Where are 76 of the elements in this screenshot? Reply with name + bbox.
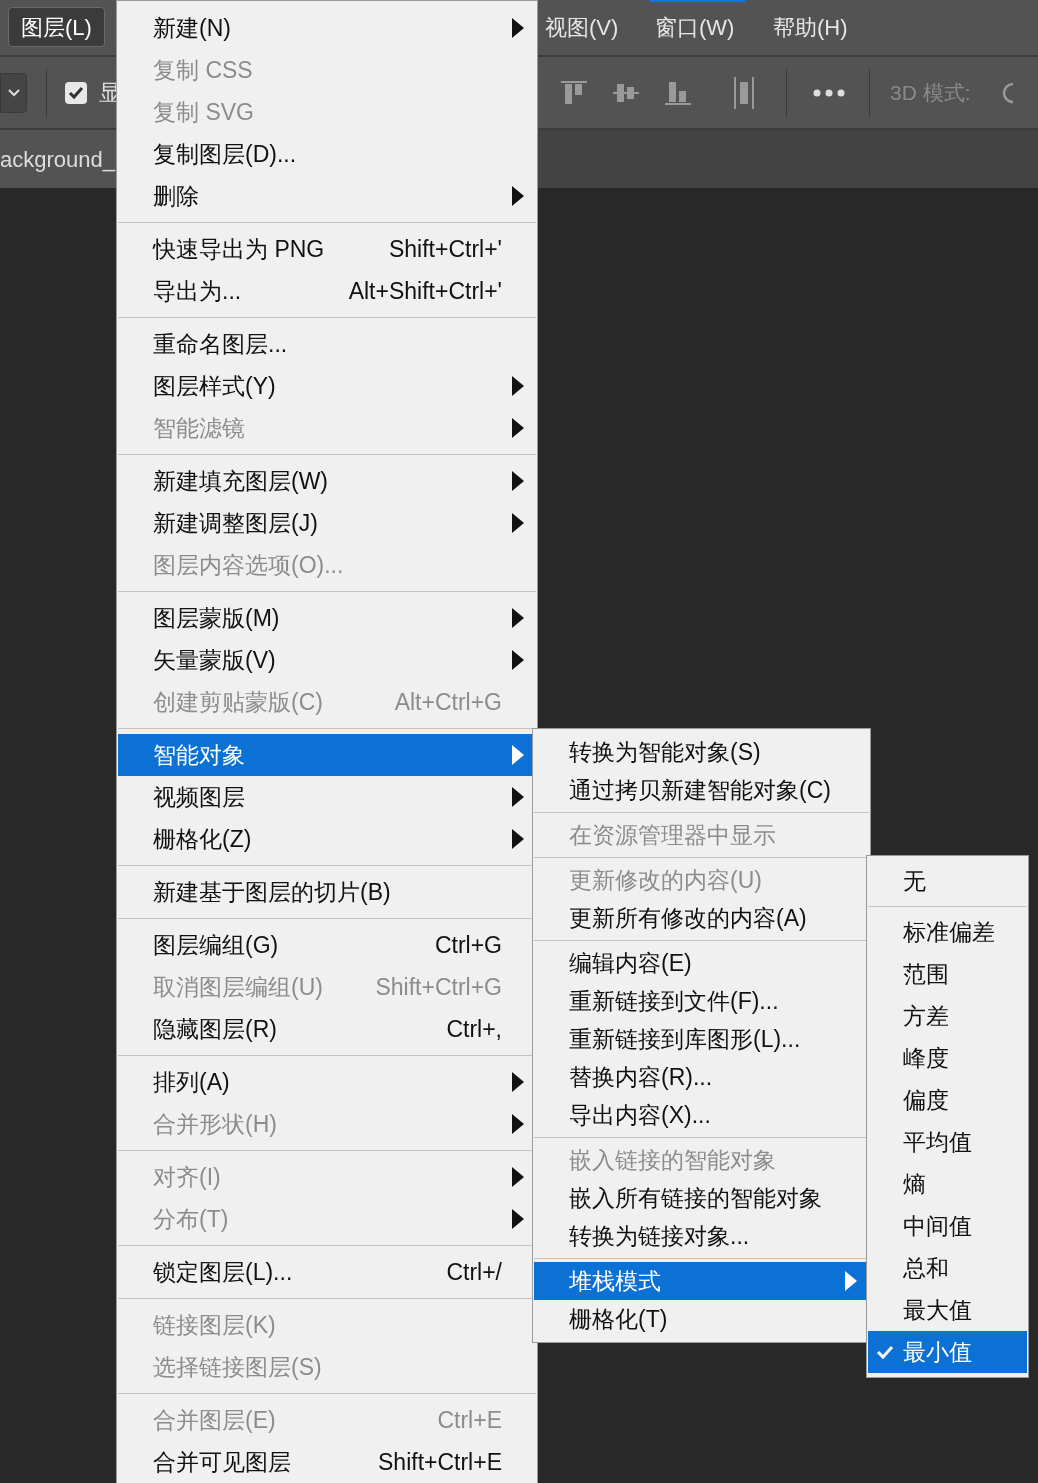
menu-item[interactable]: 中间值: [868, 1205, 1027, 1247]
menu-item[interactable]: 图层蒙版(M): [118, 597, 536, 639]
distribute-icon[interactable]: [732, 75, 756, 110]
menu-item[interactable]: 范围: [868, 953, 1027, 995]
submenu-arrow-icon: [512, 608, 524, 628]
menu-bar-item[interactable]: 窗口(W): [655, 7, 735, 47]
menu-item[interactable]: 锁定图层(L)... Ctrl+/: [118, 1251, 536, 1293]
shortcut-label: Ctrl+,: [446, 1014, 502, 1044]
submenu-arrow-icon: [512, 1167, 524, 1187]
shortcut-label: Ctrl+/: [446, 1257, 502, 1287]
menu-item[interactable]: 排列(A): [118, 1061, 536, 1103]
shortcut-label: Ctrl+G: [434, 930, 502, 960]
submenu-arrow-icon: [512, 787, 524, 807]
submenu-arrow-icon: [512, 1114, 524, 1134]
menu-item[interactable]: 新建调整图层(J): [118, 502, 536, 544]
more-icon[interactable]: [813, 88, 845, 97]
shortcut-label: Alt+Shift+Ctrl+': [348, 276, 502, 306]
menu-item[interactable]: 转换为智能对象(S): [534, 733, 869, 771]
menu-item[interactable]: 更新所有修改的内容(A): [534, 899, 869, 937]
menu-item[interactable]: 图层样式(Y): [118, 365, 536, 407]
menu-item[interactable]: 新建填充图层(W): [118, 460, 536, 502]
menu-item[interactable]: 栅格化(Z): [118, 818, 536, 860]
submenu-arrow-icon: [512, 376, 524, 396]
menu-item[interactable]: 熵: [868, 1163, 1027, 1205]
shortcut-label: Alt+Ctrl+G: [394, 687, 502, 717]
submenu-arrow-icon: [512, 418, 524, 438]
menu-item[interactable]: 编辑内容(E): [534, 944, 869, 982]
menu-item[interactable]: 重新链接到文件(F)...: [534, 982, 869, 1020]
menu-item[interactable]: 新建基于图层的切片(B): [118, 871, 536, 913]
submenu-arrow-icon: [512, 471, 524, 491]
menu-item[interactable]: 导出内容(X)...: [534, 1096, 869, 1134]
menu-item[interactable]: 快速导出为 PNG Shift+Ctrl+': [118, 228, 536, 270]
menu-item[interactable]: 矢量蒙版(V): [118, 639, 536, 681]
menu-item[interactable]: 堆栈模式: [534, 1262, 869, 1300]
submenu-arrow-icon: [512, 186, 524, 206]
menu-item[interactable]: 重命名图层...: [118, 323, 536, 365]
menu-item[interactable]: 隐藏图层(R) Ctrl+,: [118, 1008, 536, 1050]
shortcut-label: Shift+Ctrl+': [388, 234, 502, 264]
submenu-arrow-icon: [512, 650, 524, 670]
menu-bar-item[interactable]: 视图(V): [545, 7, 619, 47]
menu-item[interactable]: 标准偏差: [868, 911, 1027, 953]
menu-item[interactable]: 最小值: [868, 1331, 1027, 1373]
menu-item[interactable]: 导出为... Alt+Shift+Ctrl+': [118, 270, 536, 312]
submenu-arrow-icon: [512, 745, 524, 765]
menu-item[interactable]: 替换内容(R)...: [534, 1058, 869, 1096]
chevron-down-icon: [7, 88, 20, 97]
menu-item[interactable]: 平均值: [868, 1121, 1027, 1163]
menu-item[interactable]: 视频图层: [118, 776, 536, 818]
shortcut-label: Ctrl+E: [437, 1405, 502, 1435]
shortcut-label: Shift+Ctrl+E: [378, 1447, 502, 1477]
submenu-arrow-icon: [512, 1209, 524, 1229]
menu-item[interactable]: 栅格化(T): [534, 1300, 869, 1338]
menu-item[interactable]: 峰度: [868, 1037, 1027, 1079]
menu-item[interactable]: 总和: [868, 1247, 1027, 1289]
menu-item[interactable]: 嵌入所有链接的智能对象: [534, 1179, 869, 1217]
menu-bar-item[interactable]: 帮助(H): [773, 7, 848, 47]
menu-item[interactable]: 方差: [868, 995, 1027, 1037]
menu-item[interactable]: 合并可见图层 Shift+Ctrl+E: [118, 1441, 536, 1483]
submenu-arrow-icon: [512, 513, 524, 533]
align-top-icon[interactable]: [560, 78, 588, 107]
shortcut-label: Shift+Ctrl+G: [375, 972, 502, 1002]
menu-item[interactable]: 通过拷贝新建智能对象(C): [534, 771, 869, 809]
menu-item[interactable]: 转换为链接对象...: [534, 1217, 869, 1255]
menu-item[interactable]: 无: [868, 860, 1027, 902]
menu-bar-item[interactable]: 图层(L): [8, 7, 105, 47]
menu-item[interactable]: 新建(N): [118, 7, 536, 49]
dropdown-button[interactable]: [0, 72, 27, 113]
submenu-arrow-icon: [512, 18, 524, 38]
submenu-arrow-icon: [512, 829, 524, 849]
checkbox[interactable]: [65, 81, 87, 104]
menu-item[interactable]: 偏度: [868, 1079, 1027, 1121]
submenu-arrow-icon: [845, 1271, 857, 1291]
menu-item[interactable]: 图层编组(G) Ctrl+G: [118, 924, 536, 966]
menu-item[interactable]: 重新链接到库图形(L)...: [534, 1020, 869, 1058]
menu-item[interactable]: 最大值: [868, 1289, 1027, 1331]
submenu-arrow-icon: [512, 1072, 524, 1092]
